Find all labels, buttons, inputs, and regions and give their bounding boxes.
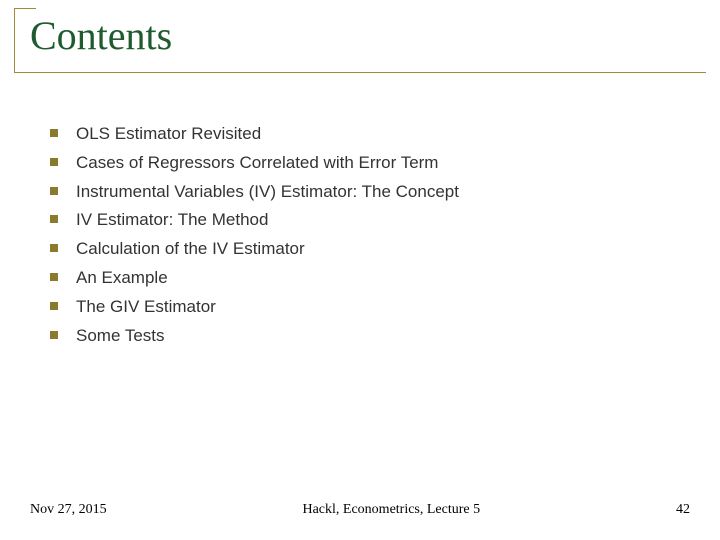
list-item: IV Estimator: The Method <box>50 208 680 232</box>
footer-date: Nov 27, 2015 <box>30 502 107 518</box>
list-item: Calculation of the IV Estimator <box>50 237 680 261</box>
footer: Nov 27, 2015 Hackl, Econometrics, Lectur… <box>30 502 690 518</box>
title-wrap: Contents <box>30 14 172 58</box>
list-item: An Example <box>50 266 680 290</box>
square-bullet-icon <box>50 244 58 252</box>
list-item-label: IV Estimator: The Method <box>76 208 268 232</box>
list-item-label: Calculation of the IV Estimator <box>76 237 305 261</box>
square-bullet-icon <box>50 215 58 223</box>
list-item: Instrumental Variables (IV) Estimator: T… <box>50 180 680 204</box>
title-rule <box>14 72 706 73</box>
square-bullet-icon <box>50 331 58 339</box>
square-bullet-icon <box>50 129 58 137</box>
page-title: Contents <box>30 14 172 58</box>
footer-center: Hackl, Econometrics, Lecture 5 <box>107 502 676 518</box>
list-item-label: Instrumental Variables (IV) Estimator: T… <box>76 180 459 204</box>
list-item-label: OLS Estimator Revisited <box>76 122 261 146</box>
square-bullet-icon <box>50 302 58 310</box>
list-item-label: An Example <box>76 266 168 290</box>
list-item-label: Cases of Regressors Correlated with Erro… <box>76 151 438 175</box>
list-item-label: The GIV Estimator <box>76 295 216 319</box>
list-item: Some Tests <box>50 324 680 348</box>
footer-page-number: 42 <box>676 502 690 518</box>
square-bullet-icon <box>50 187 58 195</box>
list-item: Cases of Regressors Correlated with Erro… <box>50 151 680 175</box>
list-item: OLS Estimator Revisited <box>50 122 680 146</box>
content-body: OLS Estimator Revisited Cases of Regress… <box>50 122 680 352</box>
title-rule <box>14 8 15 72</box>
list-item: The GIV Estimator <box>50 295 680 319</box>
square-bullet-icon <box>50 158 58 166</box>
square-bullet-icon <box>50 273 58 281</box>
list-item-label: Some Tests <box>76 324 165 348</box>
slide: Contents OLS Estimator Revisited Cases o… <box>0 0 720 540</box>
title-rule <box>14 8 36 9</box>
